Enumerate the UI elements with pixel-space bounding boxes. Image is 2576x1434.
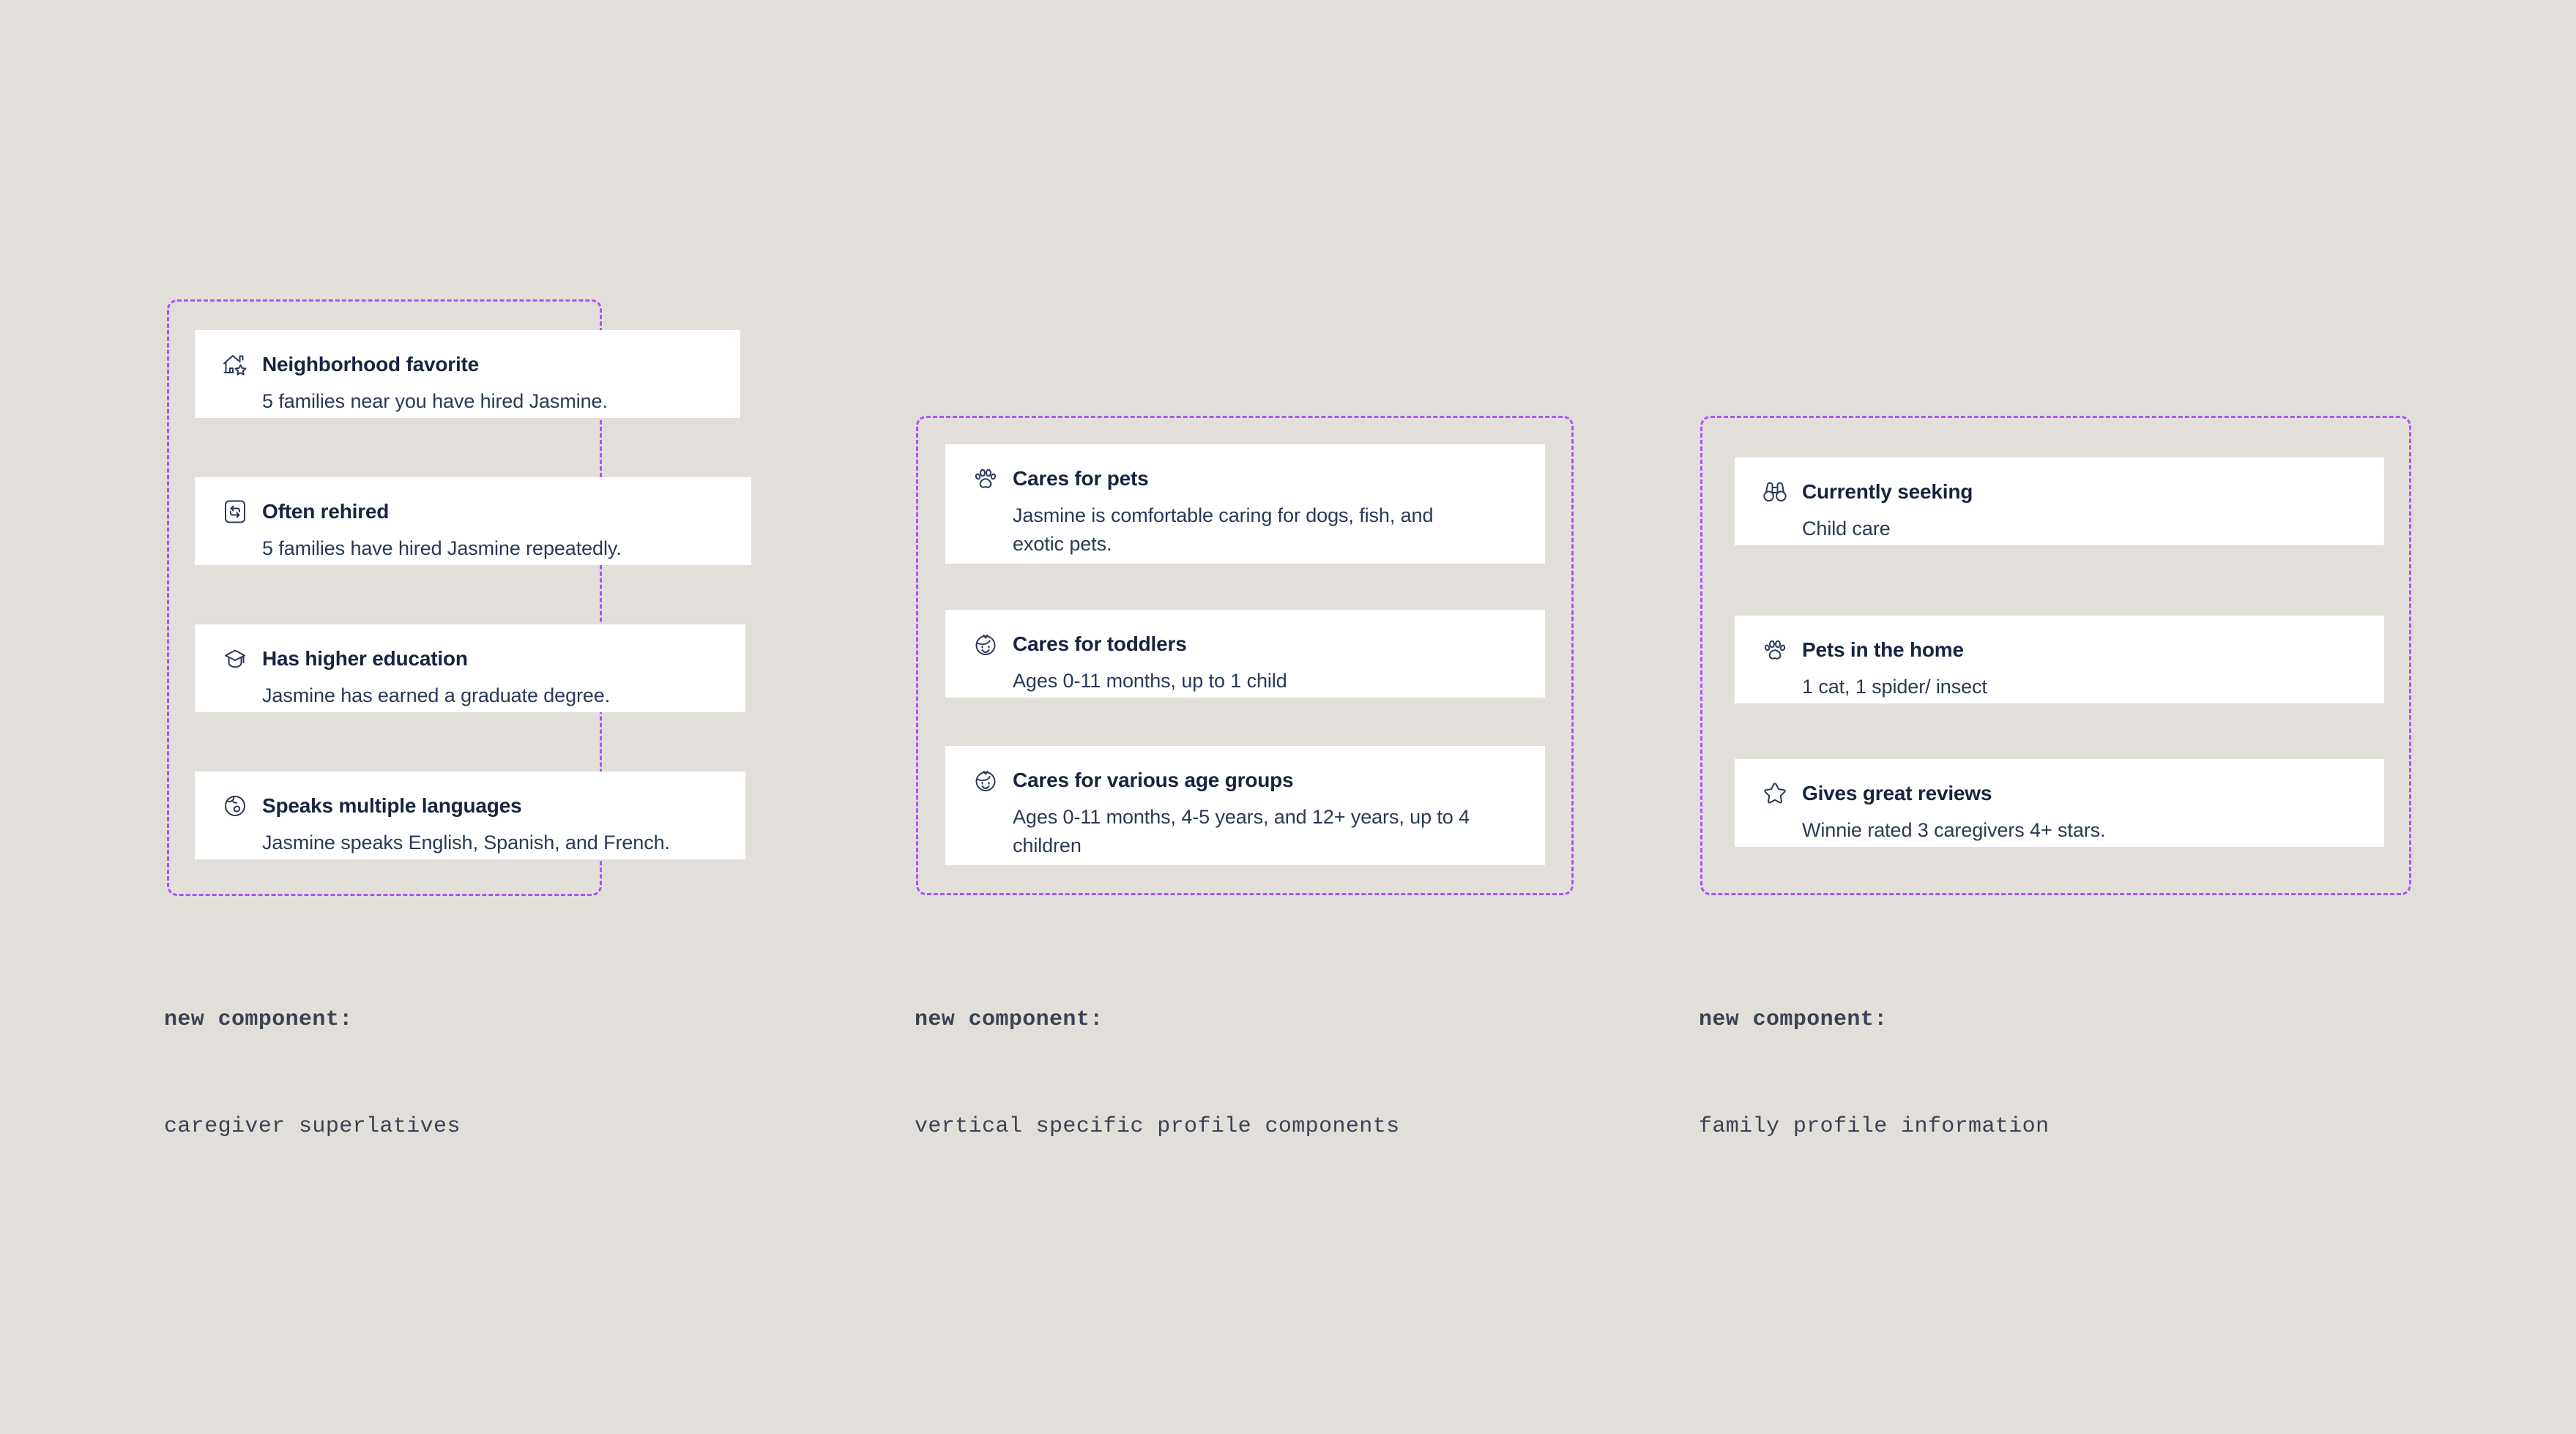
card-pets-in-the-home[interactable]: Pets in the home 1 cat, 1 spider/ insect <box>1735 616 2384 703</box>
card-header: Pets in the home <box>1760 635 2359 665</box>
card-body: 1 cat, 1 spider/ insect <box>1802 676 1987 698</box>
card-stack-family-profile-information: Currently seeking Child care Pets in the… <box>0 0 2576 1434</box>
card-body: Child care <box>1802 518 1891 539</box>
star-icon <box>1760 778 1790 809</box>
canvas: Neighborhood favorite 5 families near yo… <box>0 0 2576 1434</box>
card-title: Currently seeking <box>1802 479 1973 503</box>
caption-value: family profile information <box>1699 1113 2050 1139</box>
caption-family-profile-information: new component: family profile informatio… <box>1699 931 2049 1216</box>
paw-icon <box>1760 635 1790 665</box>
card-body: Winnie rated 3 caregivers 4+ stars. <box>1802 819 2106 841</box>
card-title: Pets in the home <box>1802 638 1964 661</box>
card-currently-seeking[interactable]: Currently seeking Child care <box>1735 458 2384 545</box>
binoculars-icon <box>1760 477 1790 507</box>
card-header: Currently seeking <box>1760 477 2359 507</box>
card-gives-great-reviews[interactable]: Gives great reviews Winnie rated 3 careg… <box>1735 759 2384 847</box>
caption-label: new component: <box>1699 1007 1888 1033</box>
card-title: Gives great reviews <box>1802 781 1992 804</box>
card-header: Gives great reviews <box>1760 778 2359 809</box>
